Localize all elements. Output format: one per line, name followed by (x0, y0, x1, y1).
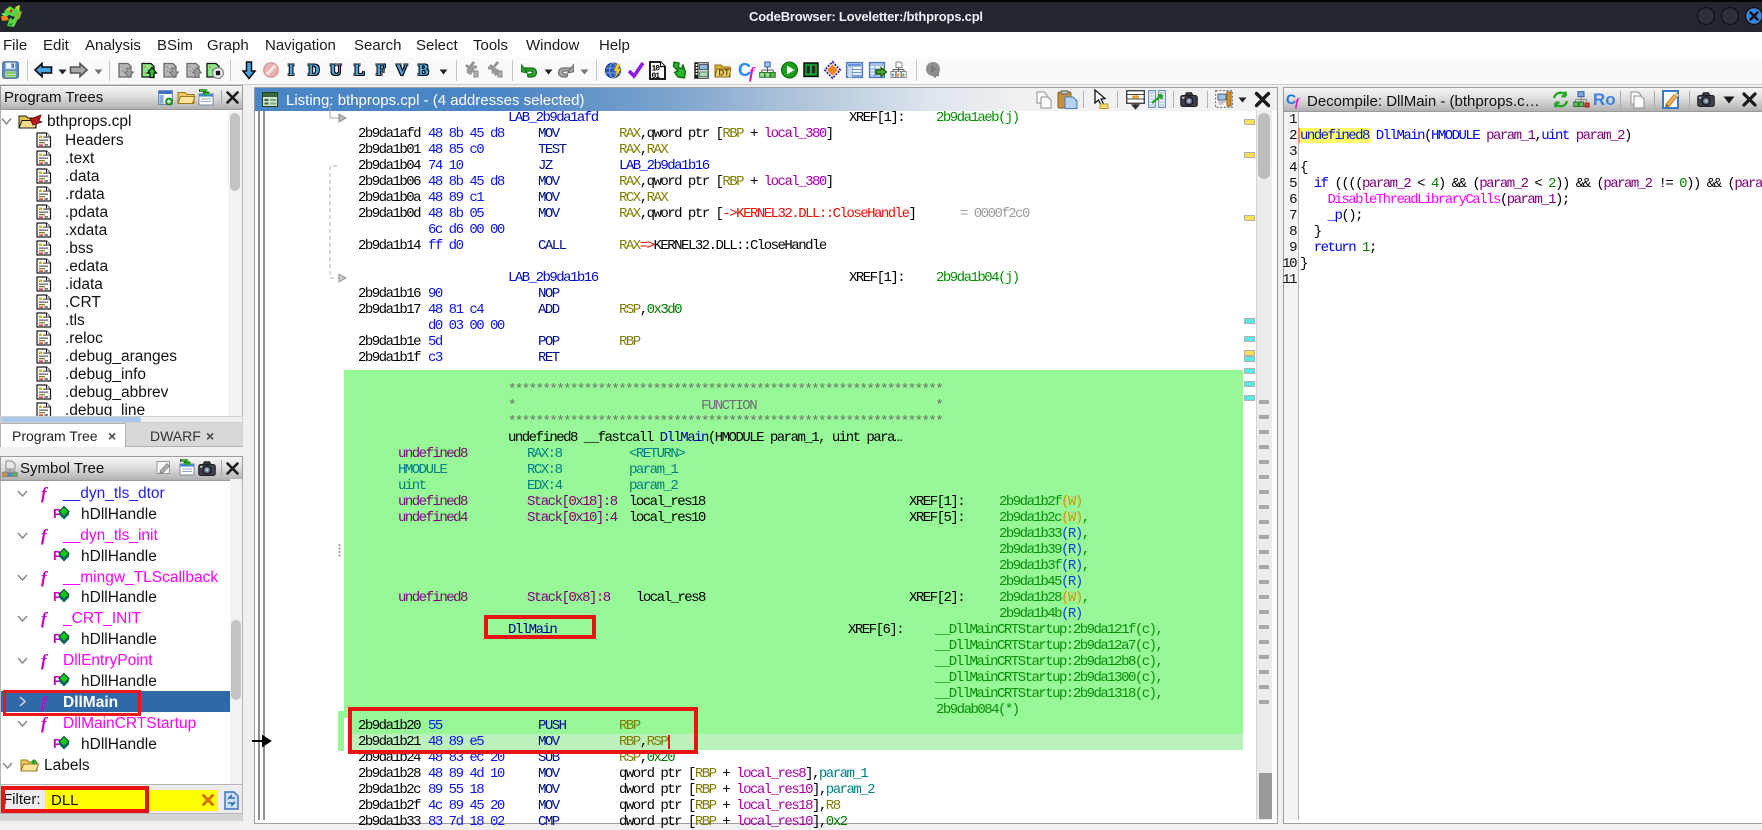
svg-text:01: 01 (652, 72, 661, 81)
svg-text:DT: DT (719, 69, 730, 78)
